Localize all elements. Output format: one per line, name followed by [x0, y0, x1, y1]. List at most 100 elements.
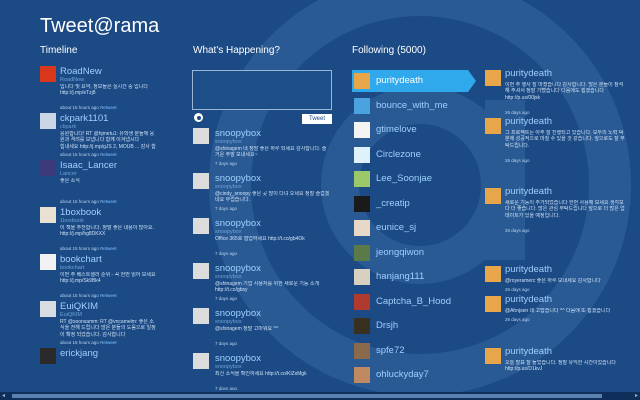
tweet-username[interactable]: 1boxbook	[60, 207, 101, 218]
timeline-item[interactable]: Isaac_Lancer Lancer 좋은 소식 about 15 hours ag…	[40, 160, 160, 206]
avatar[interactable]	[354, 318, 370, 334]
avatar[interactable]	[354, 220, 370, 236]
following-username[interactable]: Lee_Soonjae	[376, 173, 432, 184]
following-item[interactable]: eunice_sj	[352, 217, 468, 239]
avatar[interactable]	[354, 73, 370, 89]
tweet-username[interactable]: snoopybox	[215, 173, 261, 184]
following-item[interactable]: Lee_Soonjae	[352, 168, 468, 190]
following-item[interactable]: ohluckyday7	[352, 364, 468, 386]
avatar[interactable]	[354, 122, 370, 138]
following-item[interactable]: gtimelove	[352, 119, 468, 141]
tweet-username[interactable]: RoadNew	[60, 66, 102, 77]
following-username[interactable]: _creatip	[376, 198, 410, 209]
avatar[interactable]	[193, 308, 209, 324]
following-username[interactable]: puritydeath	[376, 75, 423, 86]
following-username[interactable]: Captcha_B_Hood	[376, 296, 451, 307]
happening-item[interactable]: snoopybox snoopybox 최신 소식을 확인하세요 http://t.…	[193, 353, 333, 390]
tweet-username[interactable]: puritydeath	[505, 294, 552, 305]
tweet-username[interactable]: puritydeath	[505, 186, 552, 197]
happening-item[interactable]: snoopybox snoopybox @shinagem 기업 사용자를 위한 새…	[193, 263, 333, 307]
avatar[interactable]	[40, 207, 56, 223]
tweet-username[interactable]: snoopybox	[215, 128, 261, 139]
compose-textarea[interactable]	[192, 70, 332, 110]
tweet-username[interactable]: puritydeath	[505, 346, 552, 357]
avatar[interactable]	[40, 348, 56, 364]
avatar[interactable]	[354, 269, 370, 285]
tweet-username[interactable]: puritydeath	[505, 264, 552, 275]
avatar[interactable]	[354, 97, 370, 114]
user-detail-tweets[interactable]: puritydeath 이번 주 행사 잘 마쳤습니다 감사합니다. 많은 분들이…	[485, 68, 630, 390]
avatar[interactable]	[485, 296, 501, 312]
tweet-username[interactable]: snoopybox	[215, 353, 261, 364]
tweet-username[interactable]: Isaac_Lancer	[60, 160, 117, 171]
avatar[interactable]	[354, 342, 370, 359]
whats-happening-list[interactable]: snoopybox snoopybox @shinagem 네 정말 좋은 하루 되…	[193, 128, 333, 390]
tweet-username[interactable]: ckpark1101	[60, 113, 108, 124]
retweet-link[interactable]: Retweet	[100, 293, 117, 298]
following-username[interactable]: ohluckyday7	[376, 369, 429, 380]
following-item[interactable]: hanjang111	[352, 266, 468, 288]
scroll-right-icon[interactable]: ▸	[635, 392, 638, 400]
following-username[interactable]: gtimelove	[376, 124, 417, 135]
following-username[interactable]: spfe72	[376, 345, 405, 356]
timeline-item[interactable]: RoadNew RoadNew 입니다 및 요약, 정보들은 실시간 중 입니다 h…	[40, 66, 160, 112]
following-username[interactable]: eunice_sj	[376, 222, 416, 233]
following-item[interactable]: _creatip	[352, 193, 468, 215]
tweet-username[interactable]: EuiQKIM	[60, 301, 98, 312]
scrollbar-thumb[interactable]	[12, 394, 602, 398]
camera-icon[interactable]	[194, 113, 203, 122]
timeline-item[interactable]: erickjang	[40, 348, 160, 390]
avatar[interactable]	[485, 266, 501, 282]
timeline-list[interactable]: RoadNew RoadNew 입니다 및 요약, 정보들은 실시간 중 입니다 h…	[40, 66, 160, 390]
avatar[interactable]	[354, 293, 370, 310]
retweet-link[interactable]: Retweet	[100, 199, 117, 204]
avatar[interactable]	[40, 113, 56, 129]
following-item[interactable]: jeongqiwon	[352, 242, 468, 264]
scroll-left-icon[interactable]: ◂	[2, 392, 5, 400]
following-username[interactable]: Drsjh	[376, 320, 398, 331]
avatar[interactable]	[193, 263, 209, 279]
tweet-username[interactable]: snoopybox	[215, 308, 261, 319]
following-username[interactable]: jeongqiwon	[376, 247, 424, 258]
tweet-username[interactable]: snoopybox	[215, 218, 261, 229]
following-item[interactable]: bounce_with_me	[352, 95, 468, 117]
timeline-item[interactable]: 1boxbook 1boxbook 이 책을 추천합니다. 정말 좋은 내용이 많아…	[40, 207, 160, 253]
happening-item[interactable]: snoopybox snoopybox Office 365로 협업하세요 http…	[193, 218, 333, 262]
retweet-link[interactable]: Retweet	[100, 105, 117, 110]
timeline-item[interactable]: EuiQKIM EuiQKIM RT @soonsamm: RT @vncamelm…	[40, 301, 160, 347]
avatar[interactable]	[193, 128, 209, 144]
tweet-username[interactable]: bookchart	[60, 254, 102, 265]
avatar[interactable]	[485, 348, 501, 364]
tweet-username[interactable]: puritydeath	[505, 68, 552, 79]
avatar[interactable]	[354, 171, 370, 187]
following-username[interactable]: Circlezone	[376, 149, 421, 160]
avatar[interactable]	[485, 70, 501, 86]
retweet-link[interactable]: Retweet	[100, 246, 117, 251]
tweet-username[interactable]: puritydeath	[505, 116, 552, 127]
avatar[interactable]	[193, 353, 209, 369]
timeline-item[interactable]: bookchart bookchart 이번 주 베스트셀러 순위 - 꼭 한번 읽…	[40, 254, 160, 300]
avatar[interactable]	[193, 218, 209, 234]
following-item[interactable]: Circlezone	[352, 144, 468, 166]
retweet-link[interactable]: Retweet	[100, 340, 117, 345]
avatar[interactable]	[40, 254, 56, 270]
retweet-link[interactable]: Retweet	[100, 152, 117, 157]
following-item[interactable]: spfe72	[352, 340, 468, 362]
avatar[interactable]	[40, 301, 56, 317]
avatar[interactable]	[485, 188, 501, 204]
happening-item[interactable]: snoopybox snoopybox @cindy_snoopy 좋은 곳 많이 …	[193, 173, 333, 217]
following-username[interactable]: hanjang111	[376, 271, 424, 282]
following-item[interactable]: Drsjh	[352, 315, 468, 337]
avatar[interactable]	[354, 367, 370, 383]
avatar[interactable]	[40, 66, 56, 82]
happening-item[interactable]: snoopybox snoopybox @shinagem 네 정말 좋은 하루 되…	[193, 128, 333, 172]
tweet-username[interactable]: snoopybox	[215, 263, 261, 274]
horizontal-scrollbar[interactable]: ◂ ▸	[0, 392, 640, 400]
avatar[interactable]	[354, 195, 370, 212]
timeline-item[interactable]: ckpark1101 ckpark 응원합니다! RT @hjmetu1: 유학생 …	[40, 113, 160, 159]
following-username[interactable]: bounce_with_me	[376, 100, 448, 111]
avatar[interactable]	[40, 160, 56, 176]
happening-item[interactable]: snoopybox snoopybox @shinagem 정말 고마워요 ^^ 7 …	[193, 308, 333, 352]
tweet-button[interactable]: Tweet	[302, 114, 332, 124]
avatar[interactable]	[354, 244, 370, 261]
